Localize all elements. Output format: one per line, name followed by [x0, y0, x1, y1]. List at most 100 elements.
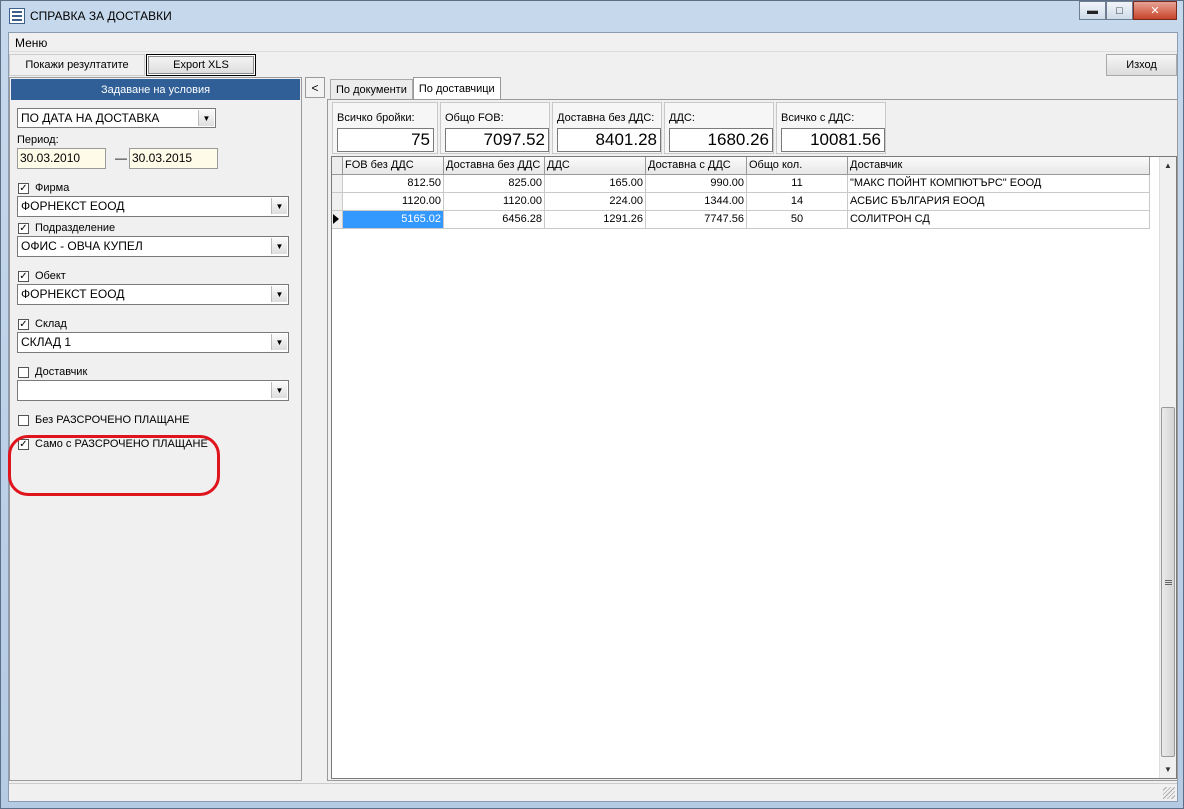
chevron-down-icon[interactable]: ▼ — [271, 198, 287, 214]
date-from-field[interactable]: 30.03.2010 — [17, 148, 106, 169]
chevron-down-icon[interactable]: ▼ — [271, 286, 287, 302]
show-results-button[interactable]: Покажи резултатите — [9, 54, 145, 76]
column-header[interactable]: Доставна без ДДС — [444, 157, 545, 175]
summary-total-qty-label: Всичко бройки: — [337, 112, 415, 124]
conditions-header: Задаване на условия — [11, 79, 300, 100]
minimize-icon[interactable]: ▬ — [1079, 1, 1106, 20]
results-area: По документи По доставчици Всичко бройки… — [327, 77, 1179, 781]
checkbox-checked-icon[interactable]: ✓ — [18, 270, 29, 282]
status-bar — [9, 783, 1177, 801]
supplier-checkbox[interactable]: Доставчик — [18, 366, 87, 378]
summary-total-with-vat-label: Всичко с ДДС: — [781, 112, 855, 124]
table-cell[interactable]: 7747.56 — [646, 211, 747, 229]
table-cell[interactable]: 14 — [747, 193, 848, 211]
firm-checkbox[interactable]: ✓ Фирма — [18, 182, 69, 194]
warehouse-label: Склад — [35, 318, 67, 330]
warehouse-value: СКЛАД 1 — [21, 335, 72, 349]
column-header[interactable]: ДДС — [545, 157, 646, 175]
tab-content: Всичко бройки: 75 Общо FOB: 7097.52 Дост… — [327, 99, 1178, 781]
checkbox-checked-icon[interactable]: ✓ — [18, 182, 29, 194]
date-mode-value: ПО ДАТА НА ДОСТАВКА — [21, 111, 160, 125]
summary-total-fob-label: Общо FOB: — [445, 112, 504, 124]
title-bar: СПРАВКА ЗА ДОСТАВКИ ▬ □ ✕ — [1, 1, 1183, 31]
checkbox-unchecked-icon[interactable] — [18, 366, 29, 378]
table-row[interactable]: 812.50 825.00 165.00 990.00 11 "МАКС ПОЙ… — [332, 175, 1150, 193]
collapse-panel-button[interactable]: < — [305, 77, 325, 98]
table-cell[interactable]: 990.00 — [646, 175, 747, 193]
chevron-down-icon[interactable]: ▼ — [271, 334, 287, 350]
table-cell[interactable]: 50 — [747, 211, 848, 229]
column-header[interactable]: Доставчик — [848, 157, 1150, 175]
table-cell[interactable]: 224.00 — [545, 193, 646, 211]
table-cell[interactable]: СОЛИТРОН СД — [848, 211, 1150, 229]
date-to-field[interactable]: 30.03.2015 — [129, 148, 218, 169]
row-selector[interactable] — [332, 175, 343, 193]
table-cell[interactable]: 165.00 — [545, 175, 646, 193]
table-cell[interactable]: "МАКС ПОЙНТ КОМПЮТЪРС" ЕООД — [848, 175, 1150, 193]
summary-delivery-no-vat-value: 8401.28 — [557, 128, 661, 152]
scrollbar-thumb[interactable] — [1161, 407, 1175, 757]
row-selector[interactable] — [332, 193, 343, 211]
export-xls-button[interactable]: Export XLS — [146, 54, 256, 76]
row-selector[interactable] — [332, 211, 343, 229]
firm-select[interactable]: ФОРНЕКСТ ЕООД ▼ — [17, 196, 289, 217]
summary-total-with-vat: Всичко с ДДС: 10081.56 — [776, 102, 886, 154]
chevron-down-icon[interactable]: ▼ — [271, 382, 287, 398]
warehouse-select[interactable]: СКЛАД 1 ▼ — [17, 332, 289, 353]
summary-vat-label: ДДС: — [669, 112, 695, 124]
division-select[interactable]: ОФИС - ОВЧА КУПЕЛ ▼ — [17, 236, 289, 257]
client-area: Меню Покажи резултатите Export XLS Изход… — [8, 32, 1178, 802]
firm-value: ФОРНЕКСТ ЕООД — [21, 199, 125, 213]
summary-vat: ДДС: 1680.26 — [664, 102, 774, 154]
object-checkbox[interactable]: ✓ Обект — [18, 270, 66, 282]
summary-vat-value: 1680.26 — [669, 128, 773, 152]
table-cell[interactable]: 11 — [747, 175, 848, 193]
column-header[interactable]: Общо кол. — [747, 157, 848, 175]
tab-by-suppliers[interactable]: По доставчици — [412, 77, 501, 99]
division-checkbox[interactable]: ✓ Подразделение — [18, 222, 115, 234]
exit-button[interactable]: Изход — [1106, 54, 1177, 76]
table-cell[interactable]: 1291.26 — [545, 211, 646, 229]
checkbox-checked-icon[interactable]: ✓ — [18, 318, 29, 330]
checkbox-unchecked-icon[interactable] — [18, 414, 29, 426]
column-header[interactable]: Доставна с ДДС — [646, 157, 747, 175]
table-cell[interactable]: 825.00 — [444, 175, 545, 193]
supplier-select[interactable]: ▼ — [17, 380, 289, 401]
table-cell[interactable]: 1344.00 — [646, 193, 747, 211]
suppliers-grid[interactable]: FOB без ДДС Доставна без ДДС ДДС Доставн… — [331, 156, 1177, 779]
warehouse-checkbox[interactable]: ✓ Склад — [18, 318, 67, 330]
menu-bar: Меню — [9, 33, 1177, 52]
firm-label: Фирма — [35, 182, 70, 194]
scroll-down-icon[interactable]: ▼ — [1160, 761, 1176, 778]
table-cell[interactable]: 1120.00 — [343, 193, 444, 211]
vertical-scrollbar[interactable]: ▲ ▼ — [1159, 157, 1176, 778]
table-cell[interactable]: 1120.00 — [444, 193, 545, 211]
table-row[interactable]: 1120.00 1120.00 224.00 1344.00 14 АСБИС … — [332, 193, 1150, 211]
table-cell[interactable]: АСБИС БЪЛГАРИЯ ЕООД — [848, 193, 1150, 211]
checkbox-checked-icon[interactable]: ✓ — [18, 222, 29, 234]
column-header[interactable]: FOB без ДДС — [343, 157, 444, 175]
scroll-up-icon[interactable]: ▲ — [1160, 157, 1176, 174]
maximize-icon[interactable]: □ — [1106, 1, 1133, 20]
table-cell[interactable]: 6456.28 — [444, 211, 545, 229]
app-window: СПРАВКА ЗА ДОСТАВКИ ▬ □ ✕ Меню Покажи ре… — [0, 0, 1184, 809]
without-installment-checkbox[interactable]: Без РАЗСРОЧЕНО ПЛАЩАНЕ — [18, 414, 190, 426]
row-header-corner — [332, 157, 343, 175]
summary-total-fob: Общо FOB: 7097.52 — [440, 102, 550, 154]
close-icon[interactable]: ✕ — [1133, 1, 1177, 20]
resize-grip-icon[interactable] — [1163, 787, 1175, 799]
conditions-panel: Задаване на условия ПО ДАТА НА ДОСТАВКА … — [8, 77, 302, 781]
menu-main[interactable]: Меню — [15, 36, 47, 50]
row-pointer-icon — [333, 214, 339, 224]
object-value: ФОРНЕКСТ ЕООД — [21, 287, 125, 301]
chevron-down-icon[interactable]: ▼ — [198, 110, 214, 126]
tab-by-documents[interactable]: По документи — [330, 79, 413, 99]
table-cell-selected[interactable]: 5165.02 — [343, 211, 444, 229]
chevron-down-icon[interactable]: ▼ — [271, 238, 287, 254]
window-controls: ▬ □ ✕ — [1079, 1, 1177, 20]
date-mode-select[interactable]: ПО ДАТА НА ДОСТАВКА ▼ — [17, 108, 216, 128]
table-cell[interactable]: 812.50 — [343, 175, 444, 193]
table-row-selected[interactable]: 5165.02 6456.28 1291.26 7747.56 50 СОЛИТ… — [332, 211, 1150, 229]
object-select[interactable]: ФОРНЕКСТ ЕООД ▼ — [17, 284, 289, 305]
summary-delivery-no-vat-label: Доставна без ДДС: — [557, 112, 655, 124]
